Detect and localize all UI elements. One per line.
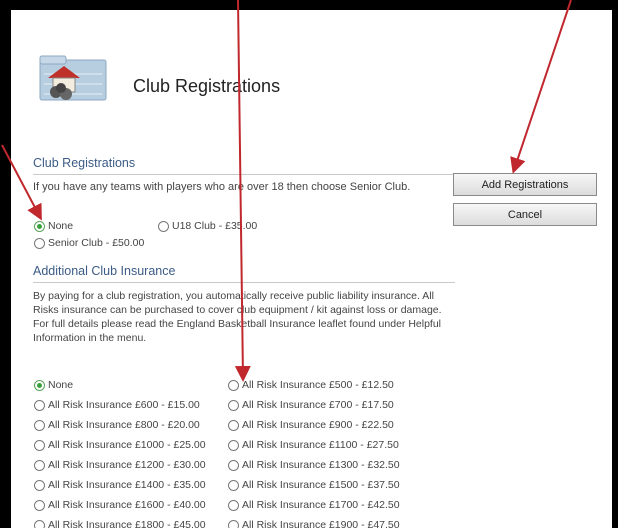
insurance-option-1200[interactable]: All Risk Insurance £1200 - £30.00 <box>34 459 206 471</box>
radio-unselected-icon[interactable] <box>34 459 45 471</box>
radio-unselected-icon[interactable] <box>228 519 239 528</box>
window-frame-right <box>612 0 618 528</box>
radio-unselected-icon[interactable] <box>34 479 45 491</box>
radio-unselected-icon[interactable] <box>158 220 169 232</box>
radio-unselected-icon[interactable] <box>228 439 239 451</box>
insurance-option-none[interactable]: None <box>34 379 73 391</box>
option-label: All Risk Insurance £1100 - £27.50 <box>242 439 399 451</box>
option-label: All Risk Insurance £500 - £12.50 <box>242 379 394 391</box>
insurance-option-1900[interactable]: All Risk Insurance £1900 - £47.50 <box>228 519 400 528</box>
club-house-icon <box>39 55 107 101</box>
insurance-option-1100[interactable]: All Risk Insurance £1100 - £27.50 <box>228 439 399 451</box>
registration-option-none[interactable]: None <box>34 220 73 232</box>
radio-unselected-icon[interactable] <box>34 419 45 431</box>
option-label: Senior Club - £50.00 <box>48 237 145 249</box>
registration-panel: Club Registrations Club Registrations If… <box>11 10 612 528</box>
option-label: All Risk Insurance £1700 - £42.50 <box>242 499 400 511</box>
radio-selected-icon[interactable] <box>34 220 45 232</box>
insurance-option-1700[interactable]: All Risk Insurance £1700 - £42.50 <box>228 499 400 511</box>
insurance-option-600[interactable]: All Risk Insurance £600 - £15.00 <box>34 399 200 411</box>
option-label: All Risk Insurance £1900 - £47.50 <box>242 519 400 528</box>
insurance-option-700[interactable]: All Risk Insurance £700 - £17.50 <box>228 399 394 411</box>
option-label: All Risk Insurance £1400 - £35.00 <box>48 479 206 491</box>
radio-unselected-icon[interactable] <box>34 499 45 511</box>
radio-unselected-icon[interactable] <box>34 519 45 528</box>
radio-unselected-icon[interactable] <box>228 479 239 491</box>
radio-unselected-icon[interactable] <box>34 439 45 451</box>
insurance-option-1300[interactable]: All Risk Insurance £1300 - £32.50 <box>228 459 400 471</box>
option-label: All Risk Insurance £1300 - £32.50 <box>242 459 400 471</box>
option-label: All Risk Insurance £1800 - £45.00 <box>48 519 206 528</box>
option-label: All Risk Insurance £900 - £22.50 <box>242 419 394 431</box>
add-registrations-button[interactable]: Add Registrations <box>453 173 597 196</box>
registration-option-senior[interactable]: Senior Club - £50.00 <box>34 237 144 249</box>
option-label: All Risk Insurance £600 - £15.00 <box>48 399 200 411</box>
insurance-option-1000[interactable]: All Risk Insurance £1000 - £25.00 <box>34 439 206 451</box>
insurance-heading: Additional Club Insurance <box>33 264 176 278</box>
option-label: All Risk Insurance £700 - £17.50 <box>242 399 394 411</box>
option-label: All Risk Insurance £1000 - £25.00 <box>48 439 206 451</box>
section-divider <box>33 282 455 283</box>
option-label: None <box>48 379 74 391</box>
option-label: All Risk Insurance £1500 - £37.50 <box>242 479 400 491</box>
section-divider <box>33 174 455 175</box>
registration-option-u18[interactable]: U18 Club - £35.00 <box>158 220 257 232</box>
radio-unselected-icon[interactable] <box>228 399 239 411</box>
option-label: U18 Club - £35.00 <box>172 220 258 232</box>
radio-unselected-icon[interactable] <box>228 499 239 511</box>
radio-unselected-icon[interactable] <box>34 399 45 411</box>
radio-unselected-icon[interactable] <box>228 419 239 431</box>
option-label: All Risk Insurance £800 - £20.00 <box>48 419 200 431</box>
window-frame-top <box>0 0 618 10</box>
insurance-option-800[interactable]: All Risk Insurance £800 - £20.00 <box>34 419 200 431</box>
insurance-description: By paying for a club registration, you a… <box>33 290 442 344</box>
insurance-option-900[interactable]: All Risk Insurance £900 - £22.50 <box>228 419 394 431</box>
radio-selected-icon[interactable] <box>34 379 45 391</box>
option-label: None <box>48 220 74 232</box>
radio-unselected-icon[interactable] <box>228 459 239 471</box>
window-frame-left <box>0 0 11 528</box>
insurance-option-1500[interactable]: All Risk Insurance £1500 - £37.50 <box>228 479 400 491</box>
radio-unselected-icon[interactable] <box>228 379 239 391</box>
insurance-option-1600[interactable]: All Risk Insurance £1600 - £40.00 <box>34 499 206 511</box>
insurance-option-1400[interactable]: All Risk Insurance £1400 - £35.00 <box>34 479 206 491</box>
option-label: All Risk Insurance £1600 - £40.00 <box>48 499 206 511</box>
senior-club-instruction: If you have any teams with players who a… <box>33 181 411 193</box>
cancel-button[interactable]: Cancel <box>453 203 597 226</box>
insurance-option-1800[interactable]: All Risk Insurance £1800 - £45.00 <box>34 519 206 528</box>
option-label: All Risk Insurance £1200 - £30.00 <box>48 459 206 471</box>
insurance-option-500[interactable]: All Risk Insurance £500 - £12.50 <box>228 379 394 391</box>
club-registrations-heading: Club Registrations <box>33 156 136 170</box>
page-title: Club Registrations <box>133 76 281 96</box>
radio-unselected-icon[interactable] <box>34 237 45 249</box>
